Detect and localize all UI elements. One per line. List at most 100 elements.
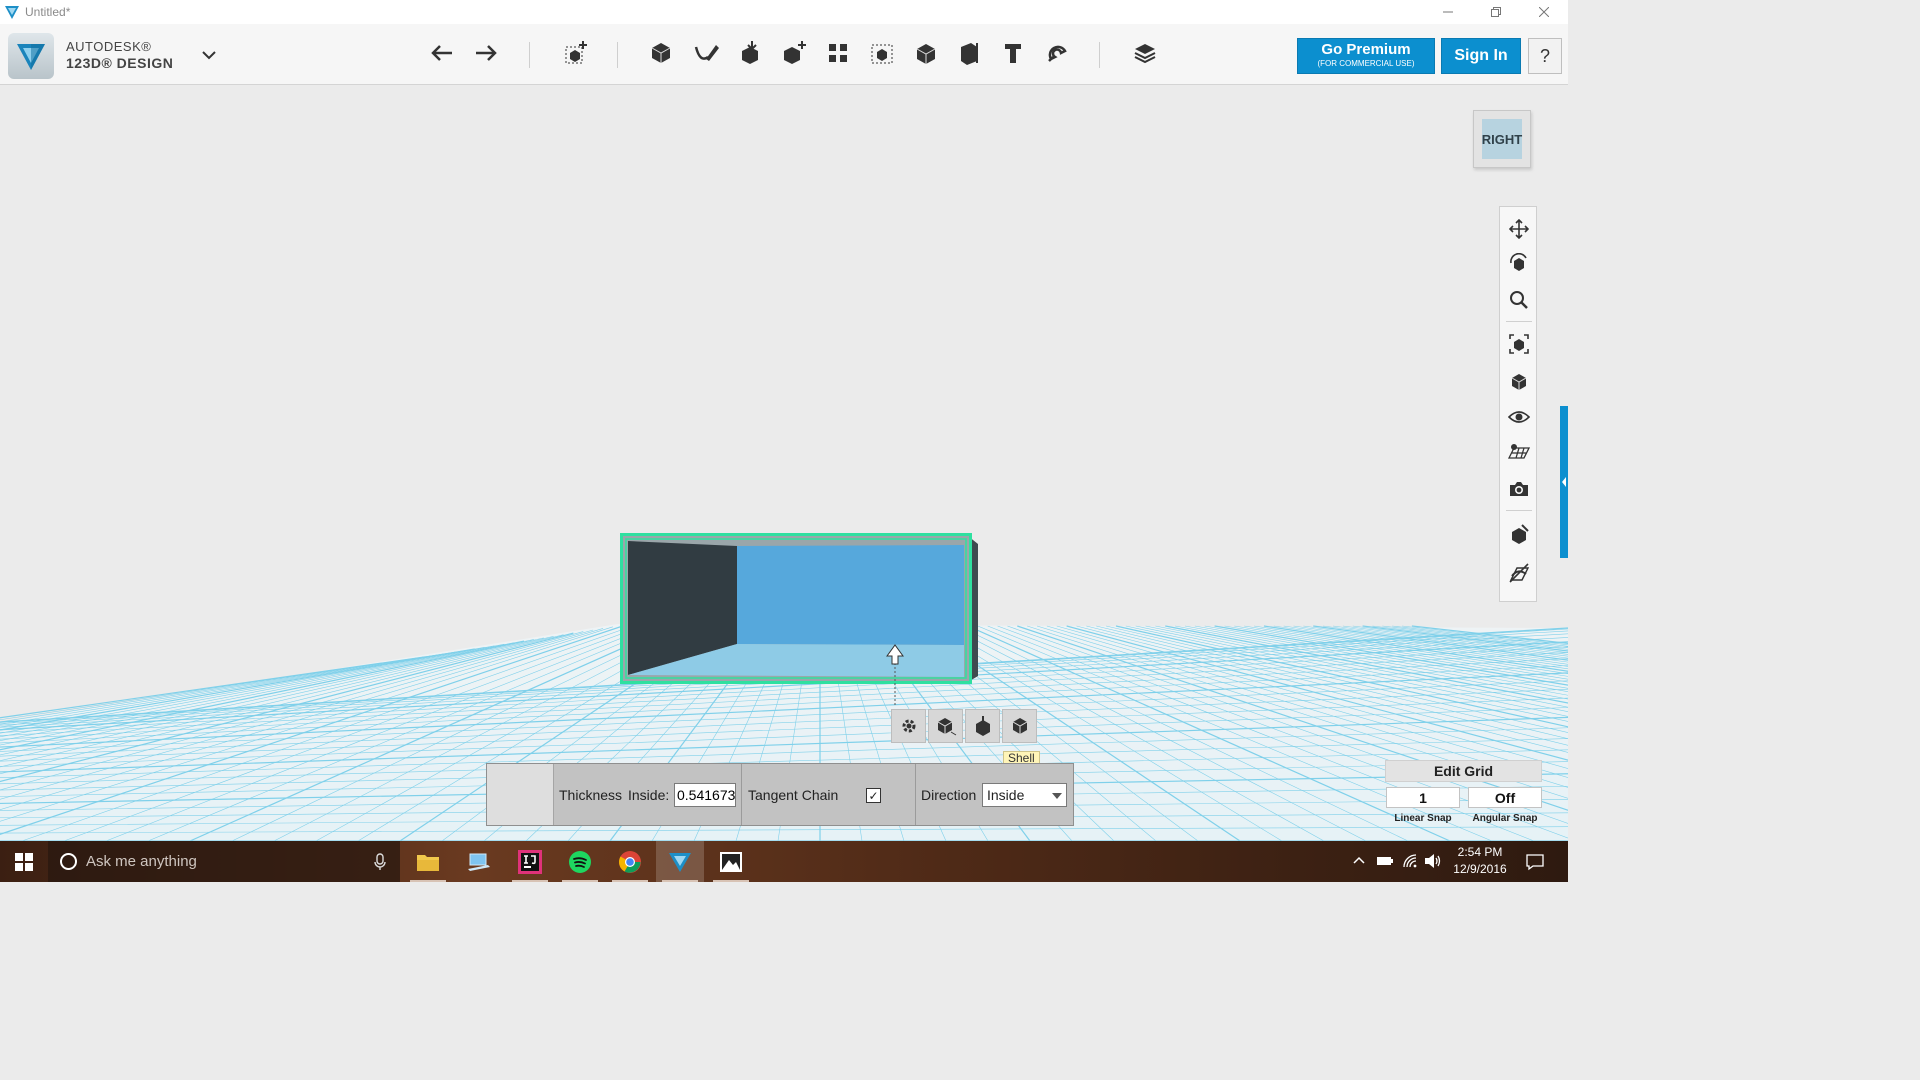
- fit-button[interactable]: [1505, 330, 1533, 358]
- shell-face-button[interactable]: [928, 709, 963, 743]
- spotify-icon: [569, 850, 591, 873]
- close-icon: [1539, 7, 1549, 17]
- shell-direction-button[interactable]: [965, 709, 1000, 743]
- direction-label: Direction: [921, 787, 977, 803]
- folder-icon: [417, 854, 439, 871]
- restore-button[interactable]: [1472, 0, 1520, 24]
- orbit-button[interactable]: [1505, 250, 1533, 278]
- measure-button[interactable]: [952, 36, 986, 70]
- eye-icon: [1508, 411, 1530, 423]
- sketch-button[interactable]: [689, 36, 723, 70]
- visibility-button[interactable]: [1505, 403, 1533, 431]
- shelled-box[interactable]: [620, 533, 978, 684]
- materials-icon: [1134, 44, 1156, 64]
- linear-snap-value[interactable]: 1: [1386, 787, 1460, 808]
- restore-icon: [1491, 7, 1501, 17]
- 3d-viewport[interactable]: [0, 85, 1568, 841]
- autodesk-logo-icon: [17, 44, 45, 70]
- brand-line-2: 123D® DESIGN: [66, 55, 174, 71]
- shell-options-button[interactable]: [1002, 709, 1037, 743]
- taskbar-123d-design[interactable]: [656, 841, 704, 882]
- clock-date: 12/9/2016: [1453, 862, 1507, 876]
- battery-icon[interactable]: [1376, 855, 1394, 867]
- taskbar-intellij[interactable]: [506, 841, 554, 882]
- zoom-icon: [1510, 291, 1528, 309]
- chevron-down-icon[interactable]: [200, 48, 218, 62]
- grouping-button[interactable]: [865, 36, 899, 70]
- pan-button[interactable]: [1505, 215, 1533, 243]
- volume-icon[interactable]: [1424, 853, 1442, 869]
- search-placeholder: Ask me anything: [86, 853, 197, 870]
- premium-sublabel: (FOR COMMERCIAL USE): [1317, 59, 1415, 68]
- primitives-icon: [651, 43, 671, 63]
- brand-logo[interactable]: [8, 33, 54, 79]
- chevron-up-icon[interactable]: [1352, 855, 1366, 865]
- primitives-button[interactable]: [644, 36, 678, 70]
- modify-button[interactable]: [777, 36, 811, 70]
- wifi-icon[interactable]: [1402, 853, 1418, 869]
- cortana-search-box[interactable]: Ask me anything: [48, 841, 400, 882]
- tangent-chain-checkbox[interactable]: ✓: [866, 788, 881, 803]
- inside-label: Inside:: [628, 787, 670, 803]
- running-indicator: [612, 880, 648, 882]
- orbit-icon: [1510, 253, 1527, 271]
- microphone-icon[interactable]: [374, 853, 386, 871]
- redo-button[interactable]: [468, 36, 502, 70]
- construct-button[interactable]: [733, 36, 767, 70]
- navigation-bar: [1499, 206, 1537, 602]
- premium-label: Go Premium: [1321, 41, 1411, 58]
- action-center-icon[interactable]: [1525, 853, 1545, 871]
- views-icon: [1511, 374, 1527, 390]
- screenshot-button[interactable]: [1505, 475, 1533, 503]
- go-premium-button[interactable]: Go Premium (FOR COMMERCIAL USE): [1297, 38, 1435, 74]
- cube-select-icon: [937, 718, 956, 736]
- direction-select[interactable]: Inside: [982, 783, 1067, 807]
- taskbar-photos[interactable]: [707, 841, 755, 882]
- gear-icon: [902, 719, 915, 733]
- hide-sketch-icon: [1509, 563, 1530, 583]
- taskbar-app-2[interactable]: [455, 841, 503, 882]
- hide-sketch-button[interactable]: [1505, 559, 1533, 587]
- edit-grid-panel: Edit Grid 1 Off Linear Snap Angular Snap: [1385, 760, 1543, 828]
- pattern-button[interactable]: [821, 36, 855, 70]
- thickness-input[interactable]: [674, 783, 736, 807]
- taskbar-file-explorer[interactable]: [404, 841, 452, 882]
- material-edit-icon: [1512, 524, 1529, 544]
- running-indicator: [512, 880, 548, 882]
- angular-snap-value[interactable]: Off: [1468, 787, 1542, 808]
- nav-separator: [1506, 321, 1532, 322]
- material-edit-button[interactable]: [1505, 520, 1533, 548]
- intellij-icon: [518, 849, 542, 874]
- view-cube-face[interactable]: RIGHT: [1482, 119, 1522, 159]
- view-cube[interactable]: RIGHT: [1473, 110, 1531, 168]
- modify-icon: [784, 41, 806, 64]
- angular-snap-label: Angular Snap: [1472, 813, 1538, 824]
- redo-icon: [476, 45, 497, 61]
- views-button[interactable]: [1505, 367, 1533, 395]
- zoom-button[interactable]: [1505, 286, 1533, 314]
- taskbar-spotify[interactable]: [556, 841, 604, 882]
- close-button[interactable]: [1520, 0, 1568, 24]
- side-panel-handle[interactable]: [1560, 406, 1568, 558]
- settings-button[interactable]: [891, 709, 926, 743]
- system-clock[interactable]: 2:54 PM 12/9/2016: [1446, 844, 1514, 878]
- snap-button[interactable]: [1040, 36, 1074, 70]
- transform-button[interactable]: [558, 36, 592, 70]
- edit-grid-button[interactable]: Edit Grid: [1385, 760, 1542, 782]
- undo-button[interactable]: [426, 36, 460, 70]
- minimize-button[interactable]: [1424, 0, 1472, 24]
- toolbar-separator: [617, 42, 618, 68]
- chrome-icon: [619, 850, 641, 873]
- fit-icon: [1509, 334, 1529, 354]
- taskbar-chrome[interactable]: [606, 841, 654, 882]
- linear-snap-label: Linear Snap: [1394, 813, 1452, 824]
- combine-button[interactable]: [909, 36, 943, 70]
- start-button[interactable]: [0, 841, 48, 882]
- window-title: Untitled*: [25, 5, 71, 19]
- scene-canvas[interactable]: [0, 85, 1568, 841]
- materials-button[interactable]: [1128, 36, 1162, 70]
- text-tool-button[interactable]: [996, 36, 1030, 70]
- grid-view-button[interactable]: [1505, 438, 1533, 466]
- help-button[interactable]: ?: [1528, 38, 1562, 74]
- sign-in-button[interactable]: Sign In: [1441, 38, 1521, 74]
